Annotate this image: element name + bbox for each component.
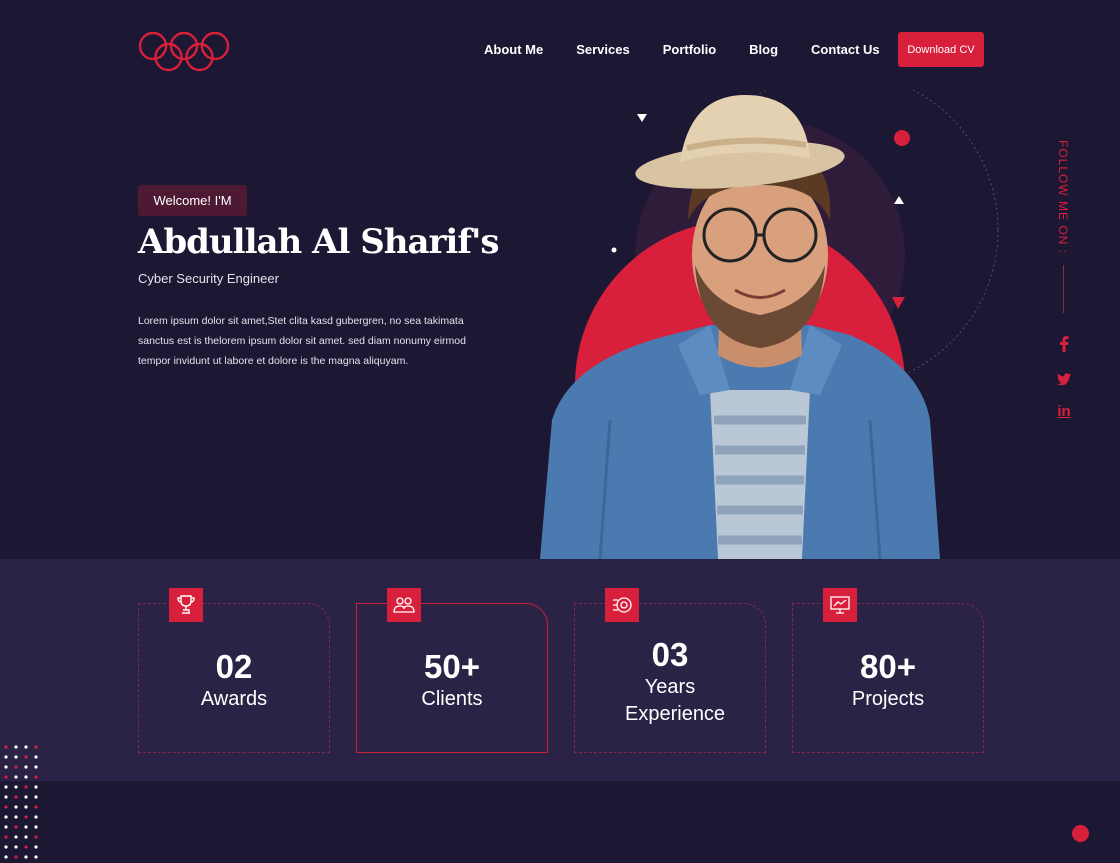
triangle-decor-icon bbox=[637, 114, 647, 122]
stat-number: 03 bbox=[651, 636, 689, 673]
stat-number: 50+ bbox=[424, 648, 480, 685]
trophy-icon bbox=[169, 588, 203, 622]
stat-card-awards: 02 Awards bbox=[138, 588, 330, 753]
nav-portfolio[interactable]: Portfolio bbox=[663, 42, 716, 57]
nav-contact-us[interactable]: Contact Us bbox=[811, 42, 880, 57]
stats-band: 02 Awards 50+ Clients 03 Years Experienc… bbox=[0, 559, 1120, 781]
stat-number: 80+ bbox=[860, 648, 916, 685]
hero-section: About Me Services Portfolio Blog Contact… bbox=[0, 0, 1120, 559]
dot-pattern-decor bbox=[4, 745, 38, 859]
follow-divider bbox=[1063, 265, 1064, 313]
bottom-section bbox=[0, 781, 1120, 863]
stat-card-projects: 80+ Projects bbox=[792, 588, 984, 753]
top-navigation: About Me Services Portfolio Blog Contact… bbox=[138, 28, 984, 72]
main-menu: About Me Services Portfolio Blog Contact… bbox=[484, 42, 880, 57]
hero-role: Cyber Security Engineer bbox=[138, 271, 279, 286]
stat-number: 02 bbox=[215, 648, 253, 685]
download-cv-button[interactable]: Download CV bbox=[898, 32, 984, 67]
stat-label: Projects bbox=[851, 688, 925, 710]
linkedin-icon[interactable]: in bbox=[1053, 402, 1075, 420]
nav-about-me[interactable]: About Me bbox=[484, 42, 543, 57]
nav-services[interactable]: Services bbox=[576, 42, 630, 57]
welcome-badge: Welcome! I'M bbox=[138, 185, 247, 216]
follow-me-on: FOLLOW ME ON : bbox=[1056, 140, 1072, 310]
twitter-icon[interactable] bbox=[1053, 370, 1075, 388]
stat-card-experience: 03 Years Experience bbox=[574, 588, 766, 753]
hero-name: Abdullah Al Sharif's bbox=[138, 222, 500, 262]
profile-portrait bbox=[540, 90, 999, 559]
red-dot-decor bbox=[1072, 825, 1089, 842]
stat-label: Awards bbox=[200, 688, 268, 710]
stat-card-clients: 50+ Clients bbox=[356, 588, 548, 753]
logo[interactable] bbox=[138, 30, 230, 72]
stat-label: Clients bbox=[421, 688, 483, 710]
nav-blog[interactable]: Blog bbox=[749, 42, 778, 57]
hero-intro: Lorem ipsum dolor sit amet,Stet clita ka… bbox=[138, 315, 466, 367]
follow-label: FOLLOW ME ON : bbox=[1056, 140, 1070, 255]
clients-icon bbox=[387, 588, 421, 622]
projects-icon bbox=[823, 588, 857, 622]
experience-icon bbox=[605, 588, 639, 622]
stat-label: Years Experience bbox=[625, 676, 726, 725]
facebook-icon[interactable] bbox=[1053, 335, 1075, 353]
